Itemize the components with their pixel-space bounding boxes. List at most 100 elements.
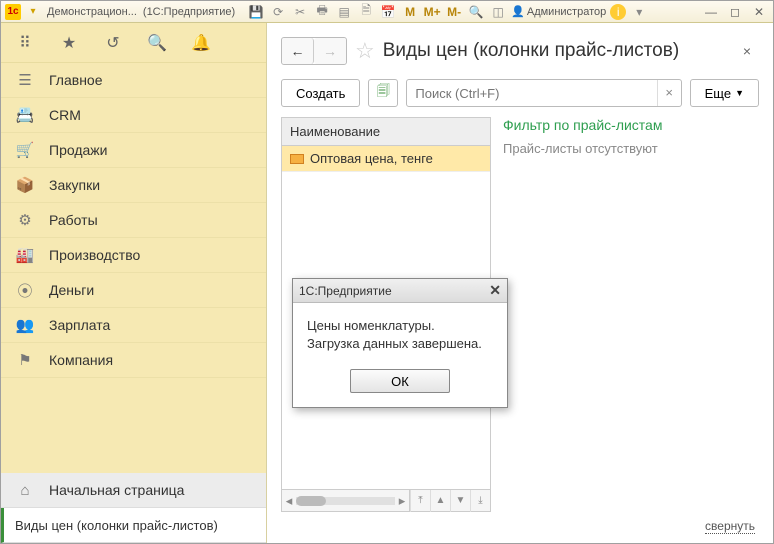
sidebar-item-label: Виды цен (колонки прайс-листов) xyxy=(15,518,218,533)
list-row[interactable]: Оптовая цена, тенге xyxy=(282,146,490,172)
sidebar-item-production[interactable]: 🏭 Производство xyxy=(1,238,266,273)
close-button[interactable]: ✕ xyxy=(749,5,769,19)
search-clear-button[interactable]: × xyxy=(657,80,681,106)
refresh-icon[interactable]: ⟳ xyxy=(269,4,287,20)
dropdown-icon[interactable]: ▾ xyxy=(25,4,41,20)
sidebar-item-works[interactable]: ⚙ Работы xyxy=(1,203,266,238)
page-title: Виды цен (колонки прайс-листов) xyxy=(383,40,679,62)
search-sidebar-icon[interactable]: 🔍 xyxy=(147,33,167,53)
hscroll-right-button[interactable]: ▸ xyxy=(395,493,409,509)
sidebar-item-label: Работы xyxy=(49,212,98,228)
hscroll-left-button[interactable]: ◂ xyxy=(282,493,296,509)
calc-mminus-button[interactable]: M- xyxy=(445,4,463,20)
nav-forward-button[interactable]: → xyxy=(314,38,346,64)
collapse-link[interactable]: свернуть xyxy=(705,519,755,534)
money-icon: ⦿ xyxy=(15,280,35,300)
sidebar-item-label: Закупки xyxy=(49,177,100,193)
menu-icon: ☰ xyxy=(15,70,35,90)
sidebar-top-tools: ⠿ ★ ↺ 🔍 🔔 xyxy=(1,23,266,63)
list-column-header[interactable]: Наименование xyxy=(282,118,490,146)
dialog-title: 1С:Предприятие xyxy=(299,284,392,298)
sidebar-item-main[interactable]: ☰ Главное xyxy=(1,63,266,98)
hscroll-track[interactable] xyxy=(296,497,395,505)
document-icon[interactable]: 🗎 xyxy=(357,4,375,20)
list-row-label: Оптовая цена, тенге xyxy=(310,151,433,166)
search-input[interactable] xyxy=(407,86,656,101)
copy-button[interactable]: 🗐 xyxy=(368,79,398,107)
sidebar-item-label: Главное xyxy=(49,72,103,88)
production-icon: 🏭 xyxy=(15,245,35,265)
minimize-button[interactable]: — xyxy=(701,5,721,19)
sidebar-bottom-pricetypes[interactable]: Виды цен (колонки прайс-листов) xyxy=(1,508,266,543)
create-button[interactable]: Создать xyxy=(281,79,360,107)
preview-icon[interactable]: ▤ xyxy=(335,4,353,20)
more-button[interactable]: Еще ▼ xyxy=(690,79,759,107)
window-title-left: Демонстрацион... xyxy=(47,6,137,18)
apps-grid-icon[interactable]: ⠿ xyxy=(15,33,35,53)
save-icon[interactable]: 💾 xyxy=(247,4,265,20)
window-title-right: (1С:Предприятие) xyxy=(143,6,235,18)
sidebar-item-label: Компания xyxy=(49,352,113,368)
sidebar-item-purchases[interactable]: 📦 Закупки xyxy=(1,168,266,203)
app-badge-1c: 1c xyxy=(5,4,21,20)
content-area: ← → ☆ Виды цен (колонки прайс-листов) × … xyxy=(267,23,773,543)
history-icon[interactable]: ↺ xyxy=(103,33,123,53)
works-icon: ⚙ xyxy=(15,210,35,230)
list-up-button[interactable]: ▲ xyxy=(430,490,450,512)
list-first-button[interactable]: ⤒ xyxy=(410,490,430,512)
user-icon: 👤 xyxy=(511,5,525,18)
sidebar-item-label: Производство xyxy=(49,247,140,263)
favorite-star-icon[interactable]: ☆ xyxy=(355,38,375,64)
calendar-icon[interactable]: 📅 xyxy=(379,4,397,20)
dialog-close-button[interactable]: ✕ xyxy=(489,282,501,299)
panels-icon[interactable]: ◫ xyxy=(489,4,507,20)
nav-back-button[interactable]: ← xyxy=(282,38,314,64)
salary-icon: 👥 xyxy=(15,315,35,335)
copy-icon: 🗐 xyxy=(377,82,390,104)
company-icon: ⚑ xyxy=(15,350,35,370)
bell-icon[interactable]: 🔔 xyxy=(191,33,211,53)
purchases-icon: 📦 xyxy=(15,175,35,195)
sidebar-item-label: Деньги xyxy=(49,282,94,298)
more-label: Еще xyxy=(705,86,731,101)
sidebar-item-crm[interactable]: 📇 CRM xyxy=(1,98,266,133)
list-down-button[interactable]: ▼ xyxy=(450,490,470,512)
filter-title: Фильтр по прайс-листам xyxy=(503,117,755,133)
sidebar-item-label: CRM xyxy=(49,107,81,123)
hscroll-thumb[interactable] xyxy=(296,496,326,506)
titlebar: 1c ▾ Демонстрацион... (1С:Предприятие) 💾… xyxy=(1,1,773,23)
zoom-icon[interactable]: 🔍 xyxy=(467,4,485,20)
info-icon[interactable]: i xyxy=(610,4,626,20)
dialog-ok-button[interactable]: ОК xyxy=(350,369,450,393)
calc-m-button[interactable]: M xyxy=(401,4,419,20)
sidebar-item-money[interactable]: ⦿ Деньги xyxy=(1,273,266,308)
sidebar-item-label: Зарплата xyxy=(49,317,110,333)
filter-pane: Фильтр по прайс-листам Прайс-листы отсут… xyxy=(499,117,759,512)
sidebar-item-salary[interactable]: 👥 Зарплата xyxy=(1,308,266,343)
list-footer: ◂ ▸ ⤒ ▲ ▼ ⤓ xyxy=(282,489,490,511)
sidebar-item-label: Начальная страница xyxy=(49,482,184,498)
maximize-button[interactable]: ◻ xyxy=(725,5,745,19)
dialog-message-line2: Загрузка данных завершена. xyxy=(307,335,493,353)
home-icon: ⌂ xyxy=(15,480,35,500)
calc-mplus-button[interactable]: M+ xyxy=(423,4,441,20)
user-label: Администратор xyxy=(527,6,606,18)
message-dialog: 1С:Предприятие ✕ Цены номенклатуры. Загр… xyxy=(292,278,508,408)
sidebar-bottom-home[interactable]: ⌂ Начальная страница xyxy=(1,473,266,508)
sidebar-item-company[interactable]: ⚑ Компания xyxy=(1,343,266,378)
list-pane: Наименование Оптовая цена, тенге ◂ ▸ ⤒ xyxy=(281,117,491,512)
user-indicator[interactable]: 👤 Администратор xyxy=(511,5,606,18)
dialog-message-line1: Цены номенклатуры. xyxy=(307,317,493,335)
sidebar-item-sales[interactable]: 🛒 Продажи xyxy=(1,133,266,168)
search-box[interactable]: × xyxy=(406,79,681,107)
sales-icon: 🛒 xyxy=(15,140,35,160)
sidebar-item-label: Продажи xyxy=(49,142,107,158)
item-tag-icon xyxy=(290,154,304,164)
print-icon[interactable]: 🖶 xyxy=(313,4,331,20)
star-icon[interactable]: ★ xyxy=(59,33,79,53)
info-dropdown-icon[interactable]: ▾ xyxy=(630,4,648,20)
list-last-button[interactable]: ⤓ xyxy=(470,490,490,512)
crm-icon: 📇 xyxy=(15,105,35,125)
scissors-icon[interactable]: ✂ xyxy=(291,4,309,20)
page-close-button[interactable]: × xyxy=(735,43,759,59)
